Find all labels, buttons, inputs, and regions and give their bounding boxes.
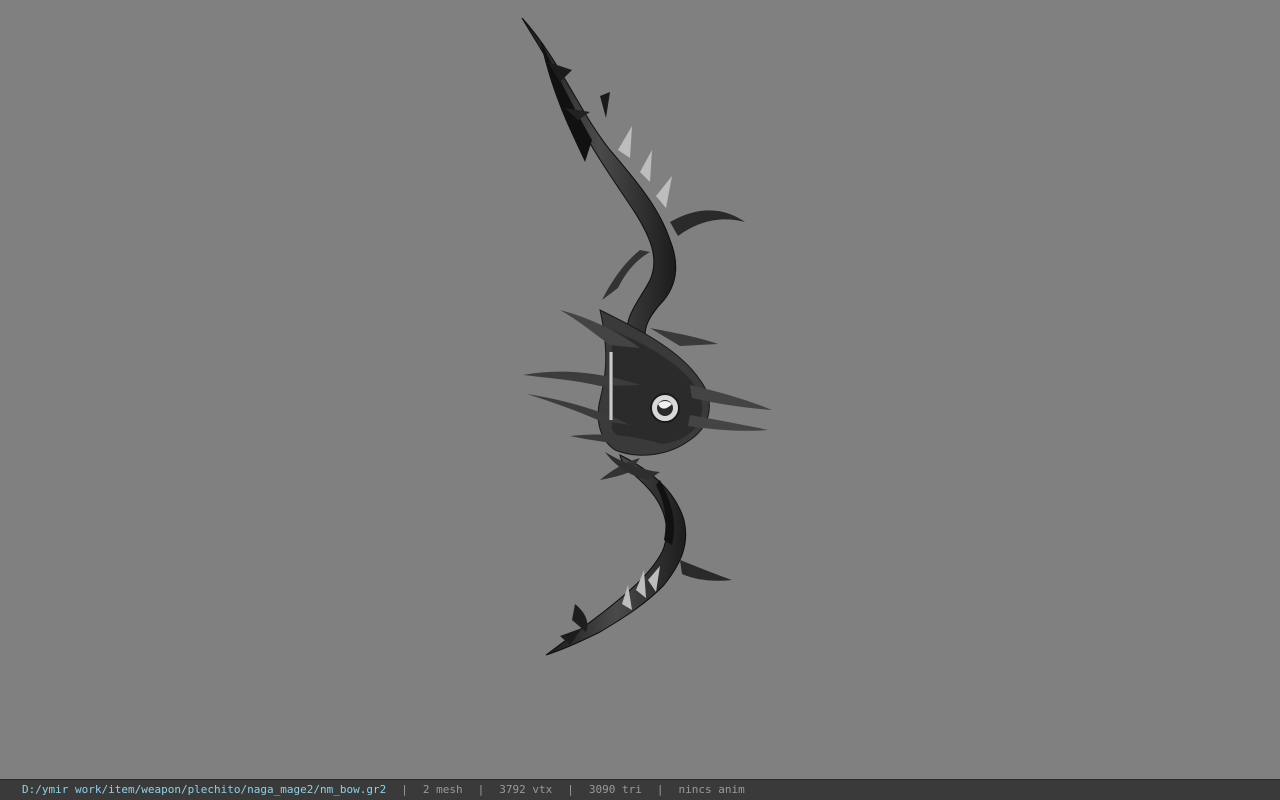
status-separator: | bbox=[401, 783, 408, 796]
status-separator: | bbox=[477, 783, 485, 796]
bow-model-icon bbox=[521, 17, 772, 656]
file-path: D:/ymir work/item/weapon/plechito/naga_m… bbox=[22, 783, 387, 796]
vertex-count: 3792 vtx bbox=[499, 783, 553, 796]
model-viewport[interactable] bbox=[0, 0, 1280, 779]
status-bar: D:/ymir work/item/weapon/plechito/naga_m… bbox=[0, 779, 1280, 800]
status-separator: | bbox=[567, 783, 574, 796]
mesh-count: 2 mesh bbox=[422, 783, 463, 796]
status-separator: | bbox=[656, 783, 664, 796]
triangle-count: 3090 tri bbox=[588, 783, 642, 796]
animation-status: nincs anim bbox=[678, 783, 745, 796]
